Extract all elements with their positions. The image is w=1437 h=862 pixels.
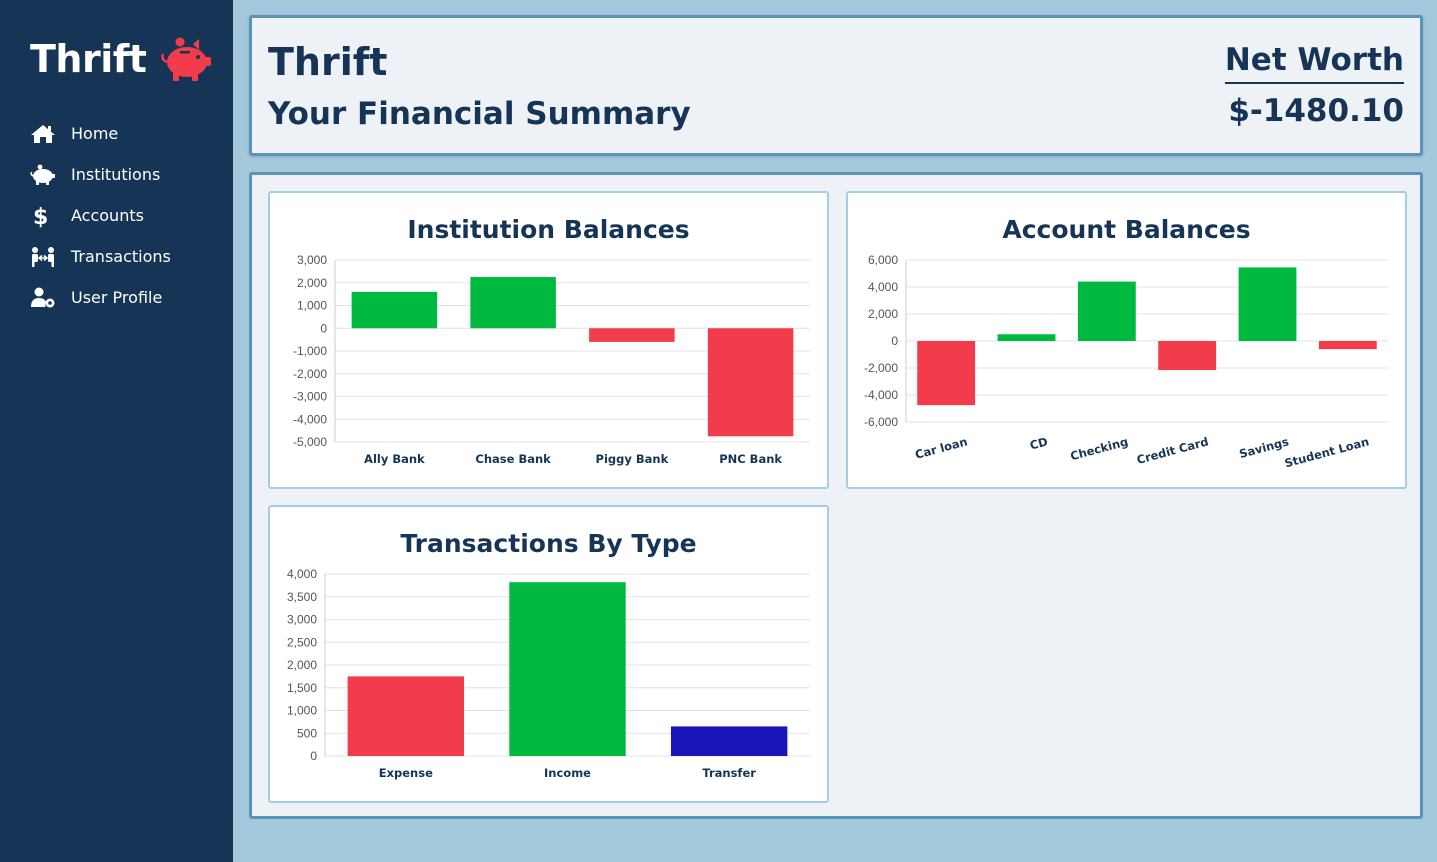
charts-panel: Institution Balances 3,000 2,000 1,000 0 -1,… [249,172,1423,819]
y-tick-label: 3,000 [297,253,327,267]
summary-header: Thrift Your Financial Summary Net Worth … [249,15,1423,156]
x-tick-label: Credit Card [1135,434,1210,467]
dollar-icon: $ [30,204,56,228]
account-balances-card: Account Balances 6,000 4,000 2,000 0 -2,000-… [846,191,1407,489]
brand-name: Thrift [30,37,147,81]
sidebar-item-label: User Profile [71,288,163,307]
bar[interactable] [470,277,556,329]
x-tick-label: Piggy Bank [596,452,669,466]
y-tick-label: -4,000 [864,388,898,402]
y-tick-label: 0 [310,749,317,763]
y-tick-label: -3,000 [293,390,327,404]
bar[interactable] [1077,281,1136,341]
y-tick-label: 2,000 [287,658,317,672]
y-tick-label: -5,000 [293,435,327,449]
sidebar-item-label: Home [71,124,119,143]
y-tick-label: 0 [320,321,327,335]
y-tick-label: 500 [297,726,317,740]
sidebar: Thrift Home Institutions $ Accounts Tran… [0,0,233,862]
x-tick-label: PNC Bank [719,452,782,466]
bar[interactable] [1238,267,1297,341]
y-tick-label: 6,000 [868,253,898,267]
x-tick-label: Checking [1069,434,1130,463]
brand[interactable]: Thrift [30,34,212,84]
y-tick-label: 4,000 [868,280,898,294]
x-tick-label: Expense [379,766,433,780]
y-tick-label: -1,000 [293,344,327,358]
sidebar-item-label: Institutions [71,165,161,184]
bar[interactable] [1318,341,1377,350]
sidebar-item-transactions[interactable]: Transactions [30,236,171,277]
account-balances-chart: 6,000 4,000 2,000 0 -2,000 -4,000 -6,000 Car lo… [864,253,1388,470]
x-tick-label: Chase Bank [475,452,551,466]
sidebar-item-label: Accounts [71,206,144,225]
people-exchange-icon [30,245,56,269]
sidebar-item-user-profile[interactable]: User Profile [30,277,171,318]
bar[interactable] [589,328,675,342]
net-worth-value: $-1480.10 [1228,93,1404,129]
bar[interactable] [917,341,976,406]
y-tick-label: -2,000 [864,361,898,375]
x-tick-label: Transfer [702,766,756,780]
bar[interactable] [670,726,788,756]
home-icon [30,122,56,146]
y-tick-label: -4,000 [293,412,327,426]
page-title: Thrift [268,40,388,84]
sidebar-item-label: Transactions [71,247,171,266]
y-tick-label: 2,000 [297,276,327,290]
piggy-bank-icon [161,37,212,81]
y-tick-label: 2,000 [868,307,898,321]
bar[interactable] [1158,341,1217,371]
net-worth-label: Net Worth [1224,42,1404,84]
sidebar-item-home[interactable]: Home [30,113,171,154]
x-tick-label: CD [1028,434,1049,452]
sidebar-nav: Home Institutions $ Accounts Transaction… [30,113,171,318]
y-tick-label: 2,500 [287,635,317,649]
x-tick-label: Ally Bank [364,452,425,466]
institution-balances-card: Institution Balances 3,000 2,000 1,000 0 -1,… [268,191,829,489]
bar[interactable] [351,291,438,329]
y-tick-label: 1,000 [297,299,327,313]
user-cog-icon [30,286,56,310]
y-tick-label: -6,000 [864,415,898,429]
sidebar-item-institutions[interactable]: Institutions [30,154,171,195]
bar[interactable] [347,676,465,756]
y-tick-label: 4,000 [287,567,317,581]
y-tick-label: 3,500 [287,590,317,604]
y-tick-label: 3,000 [287,613,317,627]
bar[interactable] [707,328,794,437]
sidebar-item-accounts[interactable]: $ Accounts [30,195,171,236]
page-subtitle: Your Financial Summary [268,96,691,132]
x-tick-label: Car loan [913,434,968,461]
y-tick-label: 1,000 [287,704,317,718]
transactions-by-type-chart: 4,000 3,500 3,000 2,500 2,000 1,500 1,000 500 0 E… [287,567,810,780]
y-tick-label: 1,500 [287,681,317,695]
transactions-by-type-card: Transactions By Type 4,000 3,500 3,000 2,50… [268,505,829,803]
piggy-bank-icon [30,163,56,187]
y-tick-label: -2,000 [293,367,327,381]
bar[interactable] [997,334,1056,341]
x-tick-label: Student Loan [1283,434,1371,470]
y-tick-label: 0 [891,334,898,348]
bar[interactable] [509,582,626,756]
x-tick-label: Income [544,766,591,780]
svg-text:$: $ [33,205,48,228]
institution-balances-chart: 3,000 2,000 1,000 0 -1,000 -2,000 -3,000 -4,000… [293,253,810,466]
